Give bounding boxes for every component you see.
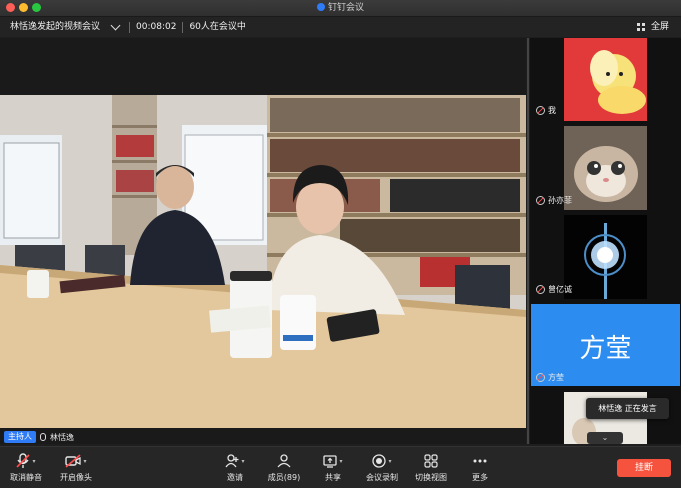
unmute-button[interactable]: ▾ 取消静音 xyxy=(8,451,44,483)
host-badge: 主持人 xyxy=(4,431,36,443)
more-label: 更多 xyxy=(472,473,488,482)
mic-muted-icon xyxy=(536,196,545,205)
mic-off-icon xyxy=(16,453,31,468)
fullscreen-label: 全屏 xyxy=(650,22,669,32)
more-dots-icon xyxy=(473,459,487,463)
participant-name: 孙亦菲 xyxy=(548,196,572,205)
divider xyxy=(129,21,131,33)
camera-button[interactable]: ▾ 开启像头 xyxy=(58,451,94,483)
panel-scrollbar[interactable] xyxy=(527,38,529,444)
divider xyxy=(182,21,184,33)
members-label: 成员(89) xyxy=(267,473,301,482)
switch-view-button[interactable]: 切换视图 xyxy=(413,451,449,483)
record-label: 会议录制 xyxy=(366,473,398,482)
cartoon-avatar xyxy=(564,38,647,121)
window-titlebar: 钉钉会议 xyxy=(0,0,681,17)
participant-name: 我 xyxy=(548,106,556,115)
participant-tile[interactable] xyxy=(564,215,647,299)
participant-label: 我 xyxy=(536,105,556,116)
switch-view-label: 切换视图 xyxy=(415,473,447,482)
scroll-down-button[interactable]: ⌄ xyxy=(587,432,623,444)
meeting-title[interactable]: 林恬逸发起的视频会议 xyxy=(10,17,100,37)
camera-off-icon xyxy=(65,454,82,468)
share-screen-icon xyxy=(323,454,338,468)
window-title: 钉钉会议 xyxy=(0,0,681,16)
participant-name: 方莹 xyxy=(548,373,564,382)
meeting-duration: 00:08:02 xyxy=(136,22,177,32)
participant-tile[interactable] xyxy=(564,126,647,210)
main-video-feed xyxy=(0,95,526,428)
meeting-toolbar: ▾ 取消静音 ▾ 开启像头 ▾ 邀请 成员(89) ▾ 共享 ▾ 会议录制 切换… xyxy=(0,446,681,488)
meeting-info-bar: 林恬逸发起的视频会议 00:08:02 60人在会议中 全屏 xyxy=(0,17,681,37)
participants-status[interactable]: 60人在会议中 xyxy=(189,17,245,37)
participant-label: 方莹 xyxy=(536,372,564,383)
participant-label: 曾亿诚 xyxy=(536,284,572,295)
camera-label: 开启像头 xyxy=(60,473,92,482)
unmute-label: 取消静音 xyxy=(10,473,42,482)
members-button[interactable]: 成员(89) xyxy=(266,451,302,483)
tower-avatar xyxy=(564,215,647,299)
host-name: 林恬逸 xyxy=(50,432,74,442)
grid-icon xyxy=(637,23,645,31)
grid-view-icon xyxy=(424,454,438,468)
participant-name: 曾亿诚 xyxy=(548,285,572,294)
hangup-button[interactable]: 挂断 xyxy=(617,459,671,477)
chevron-down-icon[interactable] xyxy=(110,20,121,31)
fullscreen-button[interactable]: 全屏 xyxy=(637,17,669,37)
invite-label: 邀请 xyxy=(227,473,243,482)
record-button[interactable]: ▾ 会议录制 xyxy=(364,451,400,483)
meeting-room-video xyxy=(0,95,526,428)
chevron-down-icon: ⌄ xyxy=(601,433,609,442)
main-video-stage: 主持人 林恬逸 xyxy=(0,38,526,444)
dingtalk-logo-icon xyxy=(316,3,325,11)
mic-muted-icon xyxy=(536,106,545,115)
mic-muted-icon xyxy=(536,285,545,294)
host-tag: 主持人 林恬逸 xyxy=(4,431,74,443)
cat-avatar xyxy=(564,126,647,210)
participants-panel: 我 孙亦菲 曾亿诚 方莹 方莹 xyxy=(530,38,681,444)
participant-label: 孙亦菲 xyxy=(536,195,572,206)
mic-icon xyxy=(40,433,46,441)
participant-tile[interactable] xyxy=(564,38,647,121)
more-button[interactable]: 更多 xyxy=(468,451,492,483)
invite-button[interactable]: ▾ 邀请 xyxy=(221,451,249,483)
mic-muted-icon xyxy=(536,373,545,382)
participant-avatar-text: 方莹 xyxy=(579,334,632,364)
window-title-text: 钉钉会议 xyxy=(327,3,364,13)
share-label: 共享 xyxy=(325,473,341,482)
users-icon xyxy=(277,454,291,468)
share-button[interactable]: ▾ 共享 xyxy=(320,451,346,483)
record-icon xyxy=(372,454,387,468)
add-user-icon xyxy=(225,454,239,468)
speaking-toast: 林恬逸 正在发言 xyxy=(586,398,669,419)
